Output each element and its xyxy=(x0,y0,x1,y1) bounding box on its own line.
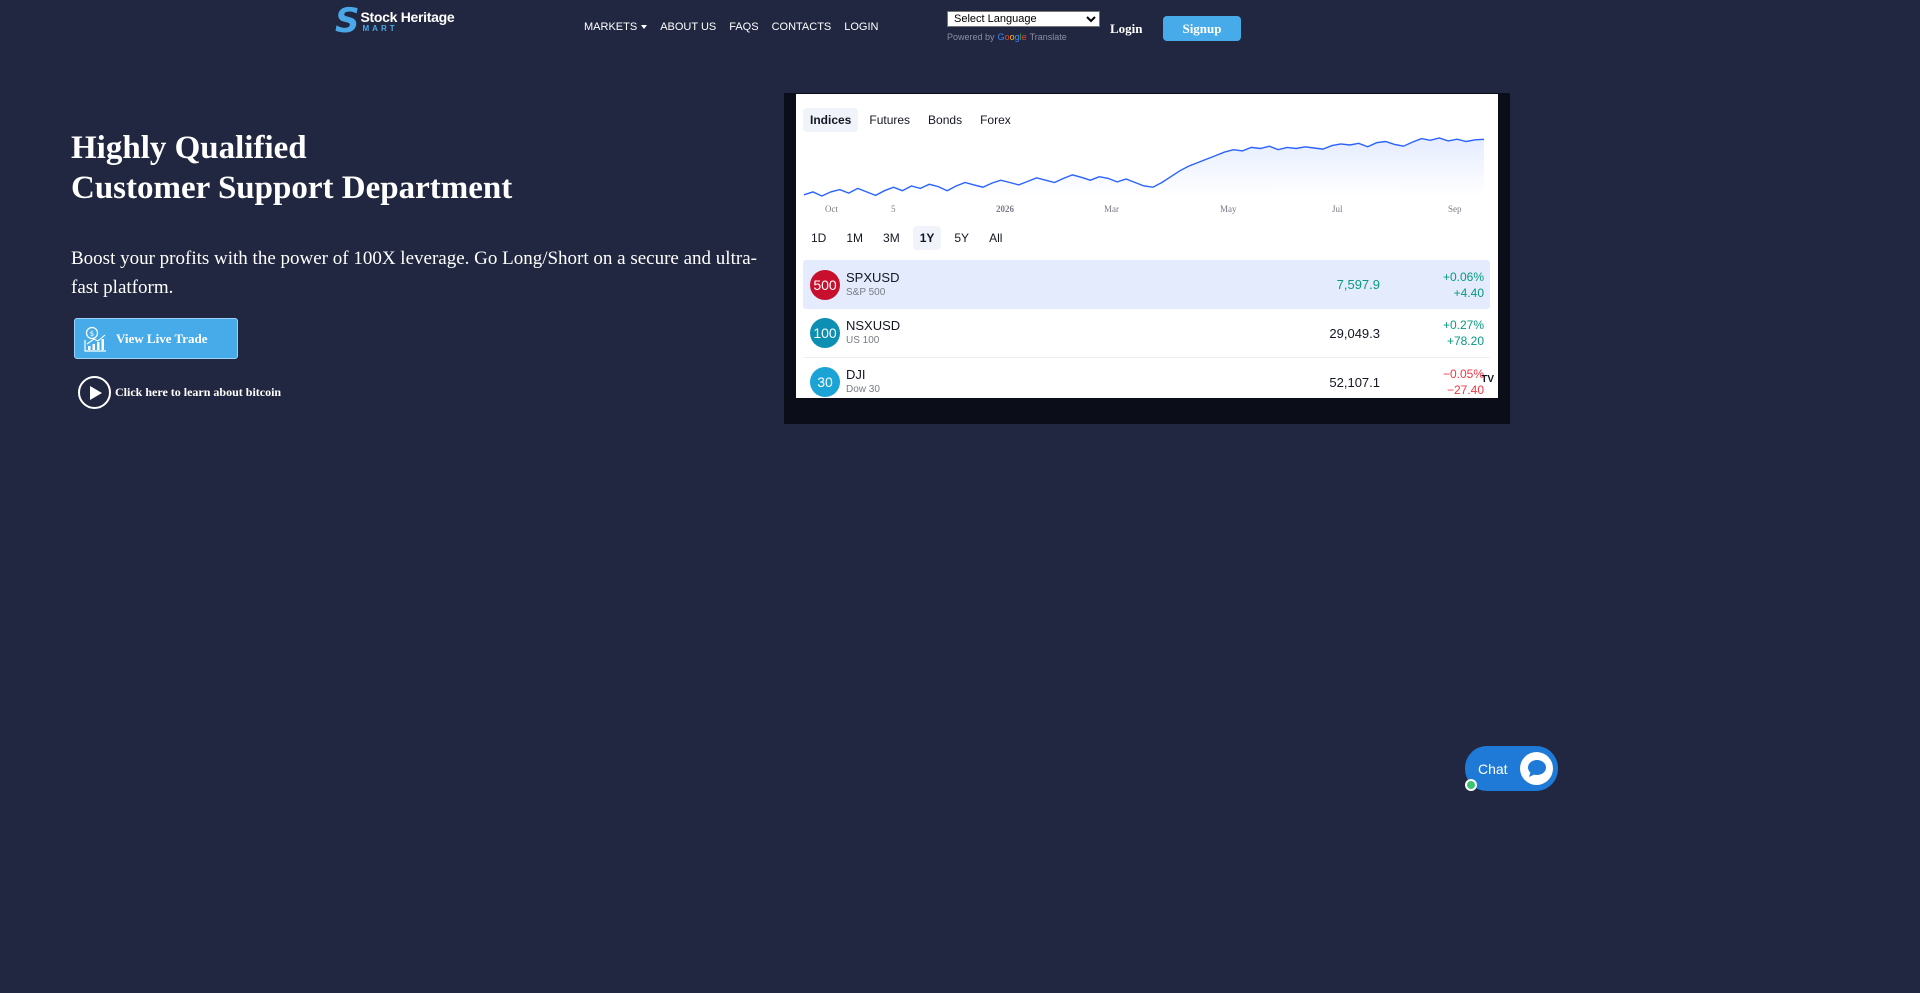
market-tabs: Indices Futures Bonds Forex xyxy=(803,108,1018,132)
chat-label: Chat xyxy=(1478,760,1508,777)
online-status-dot xyxy=(1465,779,1477,791)
tab-bonds[interactable]: Bonds xyxy=(921,108,969,132)
symbol-description: Dow 30 xyxy=(846,384,880,395)
logo-sub-text: MART xyxy=(362,23,398,33)
change-percent: +0.06% xyxy=(1442,269,1484,284)
symbol-change: +0.27% +78.20 xyxy=(1443,317,1484,349)
range-1d[interactable]: 1D xyxy=(804,226,833,250)
nav-faqs[interactable]: FAQS xyxy=(729,21,758,33)
change-absolute: +4.40 xyxy=(1453,285,1484,300)
range-5y[interactable]: 5Y xyxy=(947,226,976,250)
nav-markets-label: MARKETS xyxy=(584,21,638,33)
brand-logo[interactable]: S Stock Heritage MART xyxy=(335,1,455,41)
logo-main-text: Stock Heritage xyxy=(360,8,455,25)
tab-indices[interactable]: Indices xyxy=(803,108,859,132)
symbol-ticker: SPXUSD xyxy=(846,269,900,285)
range-1m[interactable]: 1M xyxy=(839,226,870,250)
symbol-badge: 30 xyxy=(810,367,840,397)
x-tick-label: Jul xyxy=(1332,204,1343,214)
tab-forex[interactable]: Forex xyxy=(973,108,1018,132)
main-nav: MARKETS ABOUT US FAQS CONTACTS LOGIN xyxy=(584,21,878,33)
change-absolute: −27.40 xyxy=(1446,383,1484,397)
hero-title-line1: Highly Qualified xyxy=(71,130,307,166)
nav-about-us[interactable]: ABOUT US xyxy=(660,21,716,33)
symbol-price: 52,107.1 xyxy=(1329,374,1380,390)
signup-button[interactable]: Signup xyxy=(1163,16,1241,41)
range-3m[interactable]: 3M xyxy=(876,226,907,250)
powered-by-google-translate: Powered by Google Translate xyxy=(947,32,1067,42)
price-area-chart[interactable]: Oct 5 2026 Mar May Jul Sep xyxy=(796,134,1498,219)
nav-markets[interactable]: MARKETS xyxy=(584,21,648,33)
symbol-row[interactable]: 100 NSXUSD US 100 29,049.3 +0.27% +78.20 xyxy=(803,309,1490,358)
range-1y[interactable]: 1Y xyxy=(912,226,942,250)
change-percent: −0.05% xyxy=(1442,367,1484,381)
symbol-badge: 100 xyxy=(810,318,840,348)
x-tick-label: Sep xyxy=(1448,204,1462,214)
symbol-description: S&P 500 xyxy=(846,286,886,298)
hero-title-line2: Customer Support Department xyxy=(71,170,513,206)
x-tick-label: May xyxy=(1220,204,1237,214)
symbol-badge: 500 xyxy=(810,269,840,300)
header-login-link[interactable]: Login xyxy=(1110,21,1143,37)
x-tick-label: Oct xyxy=(825,204,838,214)
symbol-price: 29,049.3 xyxy=(1329,325,1380,341)
logo-mark: S xyxy=(335,1,360,41)
symbol-description: US 100 xyxy=(846,335,880,346)
x-tick-label: Mar xyxy=(1104,204,1119,214)
nav-contacts[interactable]: CONTACTS xyxy=(772,21,832,33)
hero-description: Boost your profits with the power of 100… xyxy=(71,248,757,298)
translate-link[interactable]: Translate xyxy=(1030,32,1067,42)
powered-by-text: Powered by xyxy=(947,32,995,42)
chat-bubble-icon xyxy=(1520,752,1553,785)
symbol-row[interactable]: 30 DJI Dow 30 52,107.1 −0.05% −27.40 xyxy=(803,358,1490,398)
bitcoin-link-label: Click here to learn about bitcoin xyxy=(115,385,282,399)
chart-growth-icon: $ xyxy=(84,326,106,352)
symbol-ticker: DJI xyxy=(846,367,866,382)
hero-title: Highly Qualified Customer Support Depart… xyxy=(71,128,512,208)
language-select[interactable]: Select Language xyxy=(947,11,1100,27)
x-tick-label: 5 xyxy=(891,204,896,214)
change-absolute: +78.20 xyxy=(1446,334,1484,348)
symbol-row[interactable]: 500 SPXUSD S&P 500 7,597.9 +0.06% +4.40 xyxy=(803,260,1490,309)
view-live-trade-label: View Live Trade xyxy=(116,330,208,346)
chart-x-ticks: Oct 5 2026 Mar May Jul Sep xyxy=(825,204,1462,214)
nav-login[interactable]: LOGIN xyxy=(844,21,878,33)
change-percent: +0.27% xyxy=(1442,318,1484,332)
tradingview-logo-icon[interactable]: TV xyxy=(1481,374,1494,385)
google-logo: Google xyxy=(997,32,1027,42)
bitcoin-video-link[interactable]: Click here to learn about bitcoin xyxy=(78,376,281,409)
chart-area xyxy=(804,138,1484,196)
symbol-list: 500 SPXUSD S&P 500 7,597.9 +0.06% +4.40 … xyxy=(803,260,1490,398)
symbol-ticker: NSXUSD xyxy=(846,318,901,333)
symbol-change: +0.06% +4.40 xyxy=(1443,269,1484,301)
time-range-selector: 1D 1M 3M 1Y 5Y All xyxy=(804,226,1009,250)
play-icon xyxy=(78,376,111,409)
range-all[interactable]: All xyxy=(982,226,1009,250)
symbol-price: 7,597.9 xyxy=(1336,277,1380,292)
caret-down-icon xyxy=(641,25,648,29)
tab-futures[interactable]: Futures xyxy=(862,108,917,132)
market-overview-widget: Indices Futures Bonds Forex Oct 5 2026 Mar M… xyxy=(796,94,1498,398)
svg-text:$: $ xyxy=(90,330,94,338)
view-live-trade-button[interactable]: $ View Live Trade xyxy=(74,318,238,359)
x-tick-label: 2026 xyxy=(996,204,1015,214)
symbol-change: −0.05% −27.40 xyxy=(1443,366,1484,398)
chat-button[interactable]: Chat xyxy=(1465,746,1558,791)
